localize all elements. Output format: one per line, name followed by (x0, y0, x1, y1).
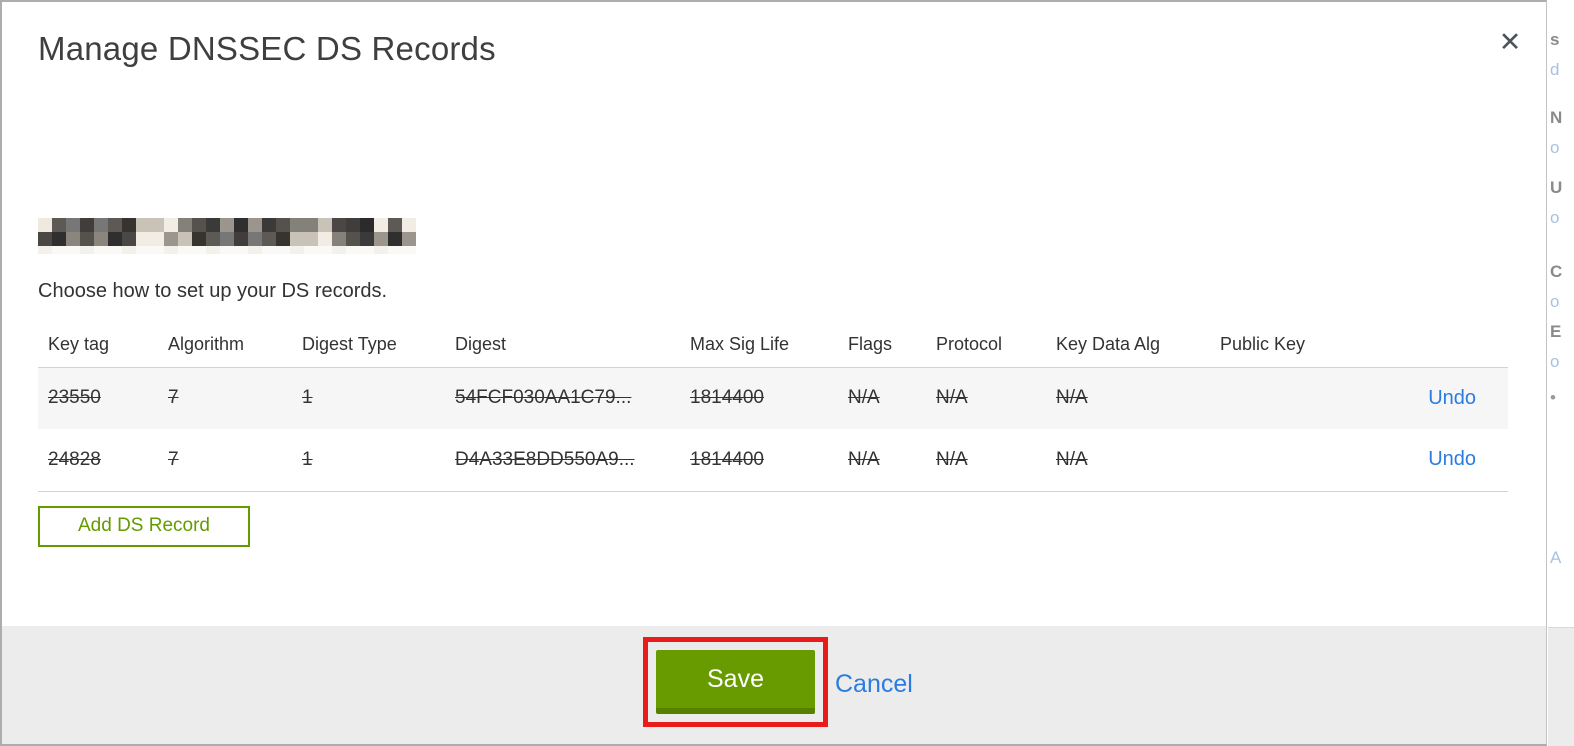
add-ds-record-button[interactable]: Add DS Record (38, 505, 250, 547)
undo-link[interactable]: Undo (1428, 387, 1476, 409)
background-text-fragment: • (1550, 388, 1556, 407)
background-text-fragment: A (1550, 548, 1562, 567)
table-row: 23550 7 1 54FCF030AA1C79... 1814400 N/A … (38, 367, 1508, 429)
cell-flags: N/A (848, 387, 880, 409)
cell-algorithm: 7 (168, 387, 179, 409)
cell-key-data-alg: N/A (1056, 429, 1220, 492)
background-text-fragment: d (1550, 60, 1560, 79)
background-text-fragment: E (1550, 322, 1562, 341)
col-header-key-data-alg: Key Data Alg (1056, 323, 1220, 368)
col-header-max-sig-life: Max Sig Life (690, 323, 848, 368)
col-header-algorithm: Algorithm (168, 323, 302, 368)
cell-digest: D4A33E8DD550A9... (455, 429, 690, 492)
save-button[interactable]: Save (656, 650, 815, 714)
col-header-digest-type: Digest Type (302, 323, 455, 368)
ds-records-table: Key tag Algorithm Digest Type Digest Max… (38, 323, 1508, 492)
col-header-digest: Digest (455, 323, 690, 368)
cell-key-tag: 23550 (48, 387, 101, 409)
background-text-fragment: s (1550, 30, 1560, 49)
cell-flags: N/A (848, 429, 936, 492)
background-text-fragment: o (1550, 352, 1560, 371)
close-icon[interactable]: ✕ (1494, 26, 1526, 58)
background-text-fragment: o (1550, 292, 1560, 311)
col-header-protocol: Protocol (936, 323, 1056, 368)
cell-max-sig-life: 1814400 (690, 387, 764, 409)
cell-digest: 54FCF030AA1C79... (455, 387, 632, 409)
cell-algorithm: 7 (168, 429, 302, 492)
undo-link[interactable]: Undo (1428, 448, 1476, 470)
annotation-highlight-box: Save (643, 637, 828, 727)
background-text-fragment: o (1550, 208, 1560, 227)
cell-protocol: N/A (936, 387, 968, 409)
col-header-actions (1360, 323, 1508, 368)
cell-public-key (1220, 429, 1360, 492)
cell-max-sig-life: 1814400 (690, 429, 848, 492)
background-page-strip: A • o Eo Co Uo Nd s (1548, 0, 1574, 746)
background-text-fragment: N (1550, 108, 1563, 127)
col-header-public-key: Public Key (1220, 323, 1360, 368)
domain-name-redacted (38, 218, 420, 254)
instruction-text: Choose how to set up your DS records. (38, 280, 388, 302)
background-page-footer (1548, 627, 1574, 746)
cell-protocol: N/A (936, 429, 1056, 492)
table-row: 24828 7 1 D4A33E8DD550A9... 1814400 N/A … (38, 429, 1508, 492)
cell-key-data-alg: N/A (1056, 387, 1088, 409)
cell-digest-type: 1 (302, 429, 455, 492)
modal-footer: Save Cancel (2, 626, 1546, 744)
background-text-fragment: o (1550, 138, 1560, 157)
dnssec-ds-records-modal: ✕ Manage DNSSEC DS Records Choose how to… (0, 0, 1547, 746)
cell-public-key (1220, 367, 1360, 429)
col-header-key-tag: Key tag (38, 323, 168, 368)
background-text-fragment: C (1550, 262, 1563, 281)
cell-digest-type: 1 (302, 387, 313, 409)
background-text-fragment: U (1550, 178, 1563, 197)
page-title: Manage DNSSEC DS Records (38, 30, 496, 67)
cancel-link[interactable]: Cancel (835, 670, 913, 699)
cell-key-tag: 24828 (38, 429, 168, 492)
table-header-row: Key tag Algorithm Digest Type Digest Max… (38, 323, 1508, 368)
col-header-flags: Flags (848, 323, 936, 368)
